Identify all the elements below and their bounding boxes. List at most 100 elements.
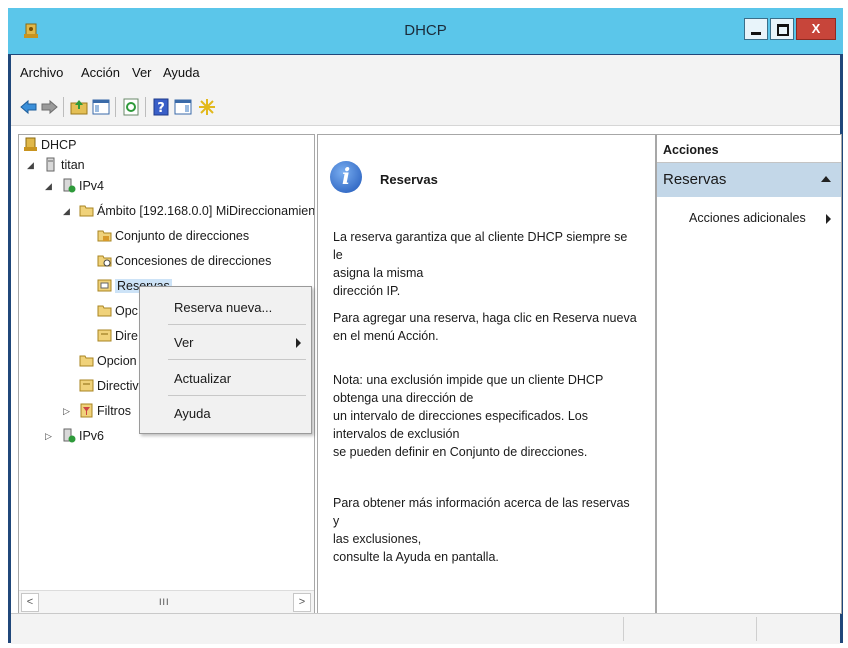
- text-line: las exclusiones,: [333, 532, 422, 546]
- horizontal-scrollbar[interactable]: < III >: [19, 590, 314, 613]
- submenu-arrow-icon: [296, 338, 301, 348]
- text-line: La reserva garantiza que al cliente DHCP…: [333, 230, 628, 262]
- text-line: se pueden definir en Conjunto de direcci…: [333, 445, 588, 459]
- folder-icon: [79, 205, 94, 217]
- text-line: consulte la Ayuda en pantalla.: [333, 550, 499, 564]
- toolbar-separator: [115, 97, 116, 117]
- new-star-icon[interactable]: [197, 97, 217, 117]
- menu-separator: [168, 324, 306, 325]
- submenu-arrow-icon[interactable]: [826, 214, 831, 224]
- status-cell: [623, 617, 624, 641]
- window-title: DHCP: [404, 22, 447, 39]
- description-paragraph: Nota: una exclusión impide que un client…: [333, 371, 638, 461]
- expand-icon[interactable]: ▷: [63, 406, 70, 417]
- collapse-icon[interactable]: ◢: [45, 181, 52, 192]
- tree-node-server-options[interactable]: Opcion: [97, 354, 137, 368]
- tree-node-policies[interactable]: Dire: [115, 329, 138, 343]
- menu-item-refresh[interactable]: Actualizar: [140, 364, 311, 394]
- text-line: intervalos de exclusión: [333, 427, 460, 441]
- ipv6-icon: [63, 428, 76, 443]
- status-bar: [11, 613, 840, 644]
- text-line: Para agregar una reserva, haga clic en R…: [333, 311, 637, 325]
- title-bar[interactable]: DHCP X: [8, 8, 843, 54]
- app-window: DHCP X Archivo Acción Ver Ayuda ? DHCP ◢…: [8, 8, 843, 644]
- description-pane: i Reservas La reserva garantiza que al c…: [317, 134, 656, 614]
- status-cell: [756, 617, 757, 641]
- menu-ver[interactable]: Ver: [132, 65, 152, 80]
- action-pane-icon[interactable]: [173, 97, 193, 117]
- policies-icon: [97, 329, 112, 342]
- info-icon: i: [330, 161, 362, 193]
- text-line: dirección IP.: [333, 284, 401, 298]
- actions-section-reservas[interactable]: Reservas: [657, 163, 841, 197]
- toolbar-separator: [145, 97, 146, 117]
- menu-item-view[interactable]: Ver: [140, 328, 311, 358]
- actions-pane: Acciones Reservas Acciones adicionales: [656, 134, 842, 614]
- collapse-arrow-icon[interactable]: [821, 176, 831, 182]
- description-paragraph: Para agregar una reserva, haga clic en R…: [333, 309, 638, 345]
- menu-accion[interactable]: Acción: [81, 65, 120, 80]
- menu-separator: [168, 359, 306, 360]
- scope-options-icon: [97, 305, 112, 317]
- tree-node-address-pool[interactable]: Conjunto de direcciones: [115, 229, 249, 243]
- menu-archivo[interactable]: Archivo: [20, 65, 63, 80]
- server-policies-icon: [79, 379, 94, 392]
- toolbar-separator: [63, 97, 64, 117]
- close-button[interactable]: X: [796, 18, 836, 40]
- server-options-icon: [79, 355, 94, 367]
- description-paragraph: La reserva garantiza que al cliente DHCP…: [333, 228, 638, 300]
- client-area: Archivo Acción Ver Ayuda ? DHCP ◢ titan …: [11, 55, 842, 644]
- actions-header: Acciones: [657, 135, 841, 163]
- scroll-thumb[interactable]: III: [159, 597, 170, 607]
- refresh-icon[interactable]: [121, 97, 141, 117]
- menu-item-help[interactable]: Ayuda: [140, 399, 311, 429]
- actions-section-label: Reservas: [663, 171, 727, 188]
- tree-node-leases[interactable]: Concesiones de direcciones: [115, 254, 271, 268]
- server-icon: [46, 157, 55, 172]
- tree-node-scope-options[interactable]: Opc: [115, 304, 138, 318]
- text-line: Para obtener más información acerca de l…: [333, 496, 630, 528]
- menu-item-new-reservation[interactable]: Reserva nueva...: [140, 293, 311, 323]
- description-title: Reservas: [380, 172, 438, 187]
- toolbar: ?: [11, 91, 840, 126]
- menu-item-view-label: Ver: [174, 335, 194, 350]
- tree-node-scope[interactable]: Ámbito [192.168.0.0] MiDireccionamient: [97, 204, 314, 218]
- context-menu: Reserva nueva... Ver Actualizar Ayuda: [139, 286, 312, 434]
- maximize-button[interactable]: [770, 18, 794, 40]
- description-paragraph: Para obtener más información acerca de l…: [333, 494, 638, 566]
- expand-icon[interactable]: ▷: [45, 431, 52, 442]
- collapse-icon[interactable]: ◢: [63, 206, 70, 217]
- scroll-right-button[interactable]: >: [293, 593, 311, 612]
- more-actions-link[interactable]: Acciones adicionales: [689, 211, 806, 225]
- close-icon: X: [811, 21, 821, 36]
- text-line: asigna la misma: [333, 266, 424, 280]
- dhcp-icon: [24, 137, 37, 151]
- tree-node-ipv6[interactable]: IPv6: [79, 429, 104, 443]
- svg-text:?: ?: [157, 101, 165, 116]
- menu-ayuda[interactable]: Ayuda: [163, 65, 200, 80]
- text-line: un intervalo de direcciones especificado…: [333, 409, 589, 423]
- tree-node-titan[interactable]: titan: [61, 158, 85, 172]
- tree-node-dhcp[interactable]: DHCP: [41, 138, 76, 152]
- forward-arrow-icon[interactable]: [39, 97, 59, 117]
- text-line: Nota: una exclusión impide que un client…: [333, 373, 604, 387]
- collapse-icon[interactable]: ◢: [27, 160, 34, 171]
- menu-separator: [168, 395, 306, 396]
- text-line: obtenga una dirección de: [333, 391, 474, 405]
- tree-node-filters[interactable]: Filtros: [97, 404, 131, 418]
- leases-icon: [97, 255, 112, 267]
- help-icon[interactable]: ?: [151, 97, 171, 117]
- tree-node-server-policies[interactable]: Directiv: [97, 379, 139, 393]
- menu-bar: Archivo Acción Ver Ayuda: [11, 55, 840, 91]
- up-folder-icon[interactable]: [69, 97, 89, 117]
- scroll-left-button[interactable]: <: [21, 593, 39, 612]
- minimize-button[interactable]: [744, 18, 768, 40]
- address-pool-icon: [97, 230, 112, 242]
- reservations-icon: [97, 279, 112, 292]
- console-tree-icon[interactable]: [91, 97, 111, 117]
- ipv4-icon: [63, 178, 76, 193]
- filters-icon: [80, 403, 93, 418]
- back-arrow-icon[interactable]: [19, 97, 39, 117]
- tree-node-ipv4[interactable]: IPv4: [79, 179, 104, 193]
- text-line: en el menú Acción.: [333, 329, 439, 343]
